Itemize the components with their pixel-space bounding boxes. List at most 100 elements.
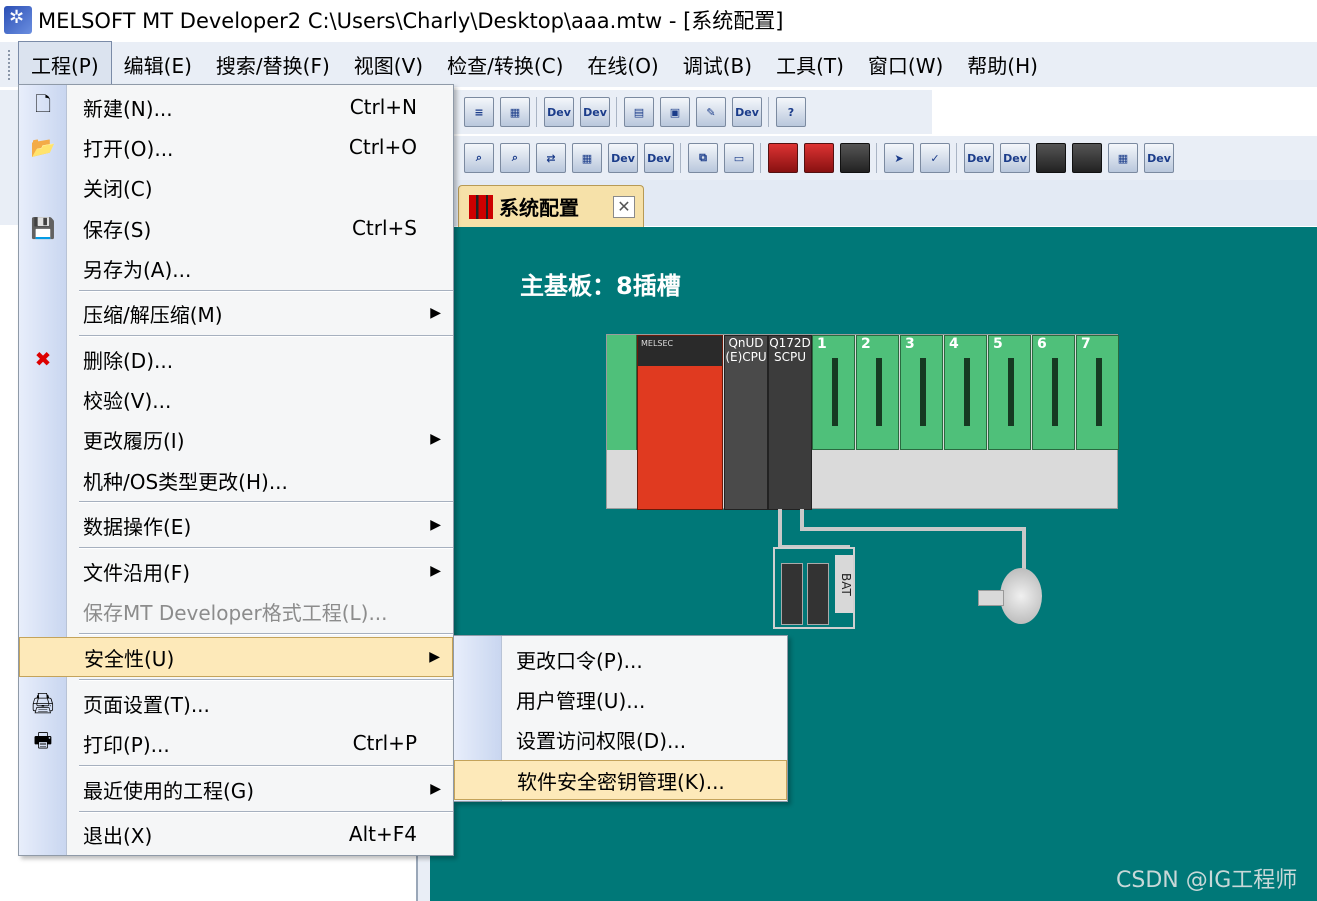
submenu-arrow-icon: ▶ xyxy=(430,781,441,797)
computer-icon[interactable]: ▭ xyxy=(724,143,754,173)
submenu-arrow-icon: ▶ xyxy=(430,563,441,579)
menu-item-change-history[interactable]: 更改履历(I) ▶ xyxy=(19,419,453,459)
menu-item-new[interactable]: 🗋 新建(N)... Ctrl+N xyxy=(19,87,453,127)
menu-check-convert[interactable]: 检查/转换(C) xyxy=(435,42,575,87)
menu-debug[interactable]: 调试(B) xyxy=(671,42,764,87)
menu-item-print[interactable]: 🖶 打印(P)... Ctrl+P xyxy=(19,723,453,763)
unit-icon[interactable] xyxy=(1072,143,1102,173)
menu-item-data-operation[interactable]: 数据操作(E) ▶ xyxy=(19,505,453,545)
check-icon[interactable]: ✓ xyxy=(920,143,950,173)
menu-separator xyxy=(79,547,453,549)
menu-item-recent-projects[interactable]: 最近使用的工程(G) ▶ xyxy=(19,769,453,809)
window-icon[interactable]: ▤ xyxy=(624,97,654,127)
plc-module-icon[interactable] xyxy=(768,143,798,173)
watermark: CSDN @IG工程师 xyxy=(1116,868,1298,893)
plc-module-dark-icon[interactable] xyxy=(840,143,870,173)
menu-help[interactable]: 帮助(H) xyxy=(955,42,1050,87)
search-red-icon[interactable]: ⌕ xyxy=(500,143,530,173)
dev-transfer-icon[interactable]: Dev xyxy=(644,143,674,173)
q172-label-line1: Q172D xyxy=(769,336,811,350)
dev-watch-icon[interactable]: Dev xyxy=(732,97,762,127)
menu-item-exit[interactable]: 退出(X) Alt+F4 xyxy=(19,814,453,854)
monitor-icon[interactable]: ▣ xyxy=(660,97,690,127)
slot-7[interactable]: 7 xyxy=(1076,335,1119,450)
qnud-cpu-module[interactable]: QnUD (E)CPU xyxy=(724,335,768,510)
menu-view[interactable]: 视图(V) xyxy=(342,42,435,87)
save-disk-icon: 💾 xyxy=(30,216,56,240)
toolbar-separator xyxy=(616,97,618,127)
menu-find-replace[interactable]: 搜索/替换(F) xyxy=(204,42,342,87)
close-icon[interactable]: ✕ xyxy=(613,195,635,218)
battery-cable xyxy=(778,509,782,549)
slot-5[interactable]: 5 xyxy=(988,335,1031,450)
encoder-body xyxy=(1000,568,1042,624)
menu-item-open[interactable]: 📂 打开(O)... Ctrl+O xyxy=(19,127,453,167)
q172d-motion-cpu-module[interactable]: Q172D SCPU xyxy=(768,335,812,510)
encoder-icon[interactable] xyxy=(978,568,1042,626)
menu-item-verify[interactable]: 校验(V)... xyxy=(19,379,453,419)
compare-icon[interactable]: ⇄ xyxy=(536,143,566,173)
copy-icon[interactable]: ⧉ xyxy=(688,143,718,173)
menu-item-delete[interactable]: ✖ 删除(D)... xyxy=(19,339,453,379)
plc-cpu-module[interactable]: MELSEC xyxy=(637,335,723,510)
menu-project[interactable]: 工程(P) xyxy=(18,41,112,88)
menu-window[interactable]: 窗口(W) xyxy=(856,42,955,87)
menu-item-save[interactable]: 💾 保存(S) Ctrl+S xyxy=(19,208,453,248)
search-icon[interactable]: ⌕ xyxy=(464,143,494,173)
menu-online[interactable]: 在线(O) xyxy=(575,42,670,87)
menu-item-page-setup[interactable]: 🖨 页面设置(T)... xyxy=(19,683,453,723)
menu-item-save-as[interactable]: 另存为(A)... xyxy=(19,248,453,288)
slot-4[interactable]: 4 xyxy=(944,335,987,450)
encoder-cable xyxy=(1022,527,1026,573)
table-view-icon[interactable]: ▦ xyxy=(500,97,530,127)
toolbar-row-2: ⌕ ⌕ ⇄ ▦ Dev Dev ⧉ ▭ ➤ ✓ Dev Dev ▦ Dev xyxy=(452,136,1317,180)
dev-device-icon[interactable]: Dev xyxy=(1144,143,1174,173)
list-view-icon[interactable]: ≡ xyxy=(464,97,494,127)
edit-window-icon[interactable]: ✎ xyxy=(696,97,726,127)
menu-item-file-diversion[interactable]: 文件沿用(F) ▶ xyxy=(19,551,453,591)
qnud-label-line2: (E)CPU xyxy=(725,350,767,364)
encoder-shaft xyxy=(978,590,1004,606)
battery-unit[interactable]: BAT xyxy=(773,547,855,629)
dev-write-icon[interactable]: Dev xyxy=(1000,143,1030,173)
power-module[interactable] xyxy=(607,335,637,450)
battery-label: BAT xyxy=(835,555,853,613)
menu-item-security[interactable]: 安全性(U) ▶ xyxy=(19,637,453,677)
q172-label-line2: SCPU xyxy=(773,350,806,364)
submenu-arrow-icon: ▶ xyxy=(430,517,441,533)
dev-search-icon[interactable]: Dev xyxy=(608,143,638,173)
arrow-icon[interactable]: ➤ xyxy=(884,143,914,173)
menubar-grip[interactable] xyxy=(8,49,18,80)
slot-2[interactable]: 2 xyxy=(856,335,899,450)
menu-separator xyxy=(79,335,453,337)
submenu-item-security-key[interactable]: 软件安全密钥管理(K)... xyxy=(454,760,787,800)
dev-dropdown-icon[interactable]: Dev xyxy=(580,97,610,127)
help-icon[interactable]: ? xyxy=(776,97,806,127)
slot-3[interactable]: 3 xyxy=(900,335,943,450)
menu-item-close[interactable]: 关闭(C) xyxy=(19,167,453,207)
plc-module-icon xyxy=(469,194,493,219)
tab-system-config[interactable]: 系统配置 ✕ xyxy=(458,185,644,227)
menu-tools[interactable]: 工具(T) xyxy=(764,42,856,87)
toolbar-separator xyxy=(680,143,682,173)
dev-read-icon[interactable]: Dev xyxy=(964,143,994,173)
open-folder-icon: 📂 xyxy=(30,135,56,159)
main-base-rack[interactable]: MELSEC QnUD (E)CPU Q172D SCPU 1 2 3 4 5 … xyxy=(606,334,1119,510)
grid-search-icon[interactable]: ▦ xyxy=(572,143,602,173)
slot-1[interactable]: 1 xyxy=(812,335,855,450)
project-menu: 🗋 新建(N)... Ctrl+N 📂 打开(O)... Ctrl+O 关闭(C… xyxy=(18,84,454,856)
page-setup-icon: 🖨 xyxy=(30,691,56,715)
menu-edit[interactable]: 编辑(E) xyxy=(112,42,204,87)
servo-icon[interactable] xyxy=(1036,143,1066,173)
menu-item-change-model[interactable]: 机种/OS类型更改(H)... xyxy=(19,460,453,500)
menu-separator xyxy=(79,811,453,813)
submenu-item-change-password[interactable]: 更改口令(P)... xyxy=(454,639,787,679)
slot-6[interactable]: 6 xyxy=(1032,335,1075,450)
submenu-item-user-management[interactable]: 用户管理(U)... xyxy=(454,679,787,719)
menu-item-compress[interactable]: 压缩/解压缩(M) ▶ xyxy=(19,293,453,333)
title-bar: MELSOFT MT Developer2 C:\Users\Charly\De… xyxy=(0,0,1317,40)
dev-grid-icon[interactable]: Dev xyxy=(544,97,574,127)
submenu-item-access-rights[interactable]: 设置访问权限(D)... xyxy=(454,719,787,759)
plc-module-red-icon[interactable] xyxy=(804,143,834,173)
calendar-icon[interactable]: ▦ xyxy=(1108,143,1138,173)
